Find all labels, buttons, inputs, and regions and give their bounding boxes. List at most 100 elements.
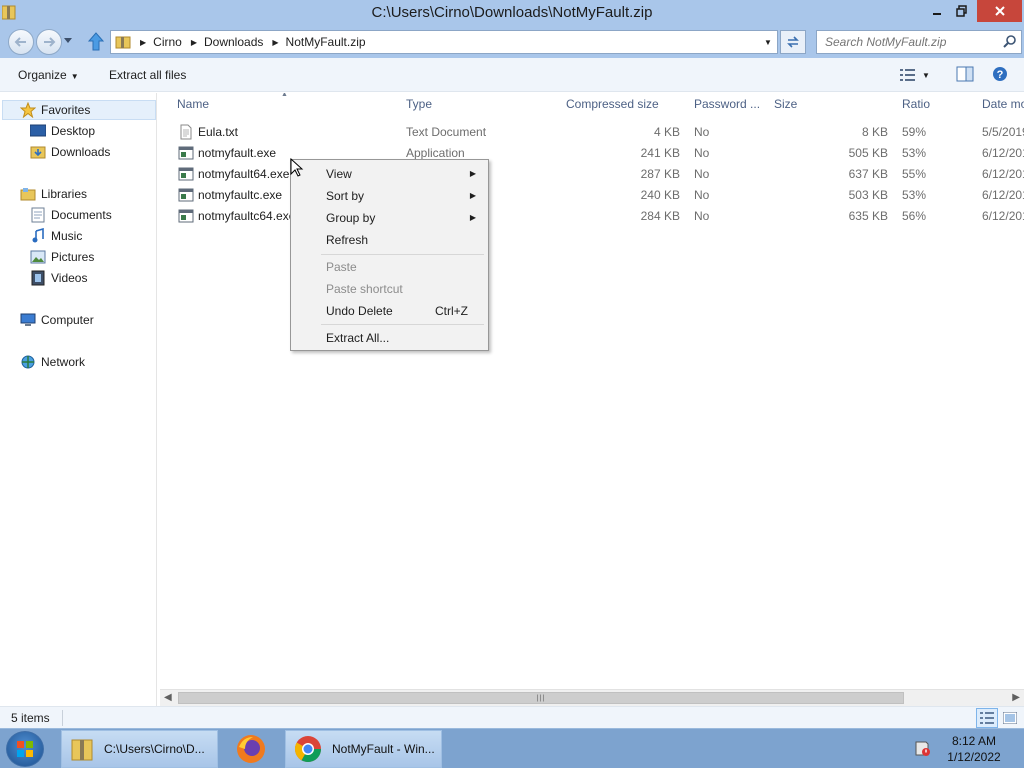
chevron-right-icon[interactable]: ▶	[191, 38, 197, 47]
start-button[interactable]	[6, 731, 44, 767]
menu-item-sort-by-label: Sort by	[326, 189, 365, 203]
clock-date: 1/12/2022	[947, 750, 1001, 764]
chevron-right-icon[interactable]: ▶	[272, 38, 278, 47]
nav-libraries[interactable]: Libraries	[20, 184, 87, 204]
nav-documents[interactable]: Documents	[30, 205, 112, 225]
breadcrumb-notmyfault-zip[interactable]: NotMyFault.zip	[286, 35, 366, 49]
file-size: 503 KB	[848, 188, 888, 202]
restore-button[interactable]	[950, 0, 974, 22]
libraries-icon	[20, 186, 36, 202]
help-icon[interactable]: ?	[992, 66, 1008, 82]
recent-locations-dropdown[interactable]	[64, 38, 72, 44]
menu-item-refresh[interactable]: Refresh	[293, 229, 486, 251]
status-bar: 5 items	[0, 706, 1024, 728]
computer-icon	[20, 312, 36, 328]
menu-item-group-by[interactable]: Group by ▶	[293, 207, 486, 229]
menu-separator	[321, 254, 484, 255]
text-file-icon	[180, 124, 192, 140]
file-date: 5/5/2019	[982, 125, 1024, 139]
music-icon	[30, 228, 46, 244]
nav-desktop[interactable]: Desktop	[30, 121, 95, 141]
nav-computer-label: Computer	[41, 313, 94, 327]
nav-network-label: Network	[41, 355, 86, 369]
menu-item-view-label: View	[326, 167, 352, 181]
taskbar-explorer-button[interactable]: C:\Users\Cirno\D...	[61, 730, 218, 768]
title-bar: C:\Users\Cirno\Downloads\NotMyFault.zip	[0, 0, 1024, 26]
videos-icon	[30, 270, 46, 286]
menu-item-paste-shortcut[interactable]: Paste shortcut	[293, 278, 486, 300]
menu-item-view[interactable]: View ▶	[293, 163, 486, 185]
scroll-left-icon[interactable]: ◀	[164, 692, 172, 703]
large-icons-view-icon	[1003, 712, 1017, 724]
change-view-button[interactable]: ▼	[900, 67, 940, 83]
refresh-button[interactable]	[780, 30, 806, 54]
nav-pictures[interactable]: Pictures	[30, 247, 94, 267]
details-view-button[interactable]	[976, 708, 998, 728]
up-arrow-icon[interactable]	[86, 31, 106, 53]
action-center-icon[interactable]	[913, 739, 931, 757]
menu-item-undo-delete-label: Undo Delete	[326, 304, 393, 318]
organize-button[interactable]: Organize ▼	[18, 68, 79, 82]
large-icons-view-button[interactable]	[999, 708, 1021, 728]
file-row[interactable]: Eula.txt Text Document 4 KB No 8 KB 59% …	[160, 122, 1024, 143]
menu-item-group-by-label: Group by	[326, 211, 376, 225]
nav-network[interactable]: Network	[20, 352, 85, 372]
system-clock[interactable]: 8:12 AM 1/12/2022	[938, 733, 1010, 765]
menu-item-paste[interactable]: Paste	[293, 256, 486, 278]
menu-item-sort-by[interactable]: Sort by ▶	[293, 185, 486, 207]
file-password: No	[694, 188, 710, 202]
close-button[interactable]	[977, 0, 1022, 22]
file-compressed-size: 241 KB	[640, 146, 680, 160]
nav-favorites-label: Favorites	[41, 103, 91, 117]
address-bar[interactable]: ▶ Cirno ▶ Downloads ▶ NotMyFault.zip ▼	[110, 30, 778, 54]
minimize-button[interactable]	[925, 0, 949, 22]
menu-item-undo-delete[interactable]: Undo Delete Ctrl+Z	[293, 300, 486, 322]
nav-computer[interactable]: Computer	[20, 310, 94, 330]
breadcrumb-cirno[interactable]: Cirno	[153, 35, 182, 49]
column-header-password[interactable]: Password ...	[694, 97, 760, 111]
column-header-size[interactable]: Size	[774, 97, 797, 111]
taskbar-firefox-button[interactable]	[223, 730, 279, 768]
menu-item-refresh-label: Refresh	[326, 233, 369, 247]
column-header-ratio[interactable]: Ratio	[902, 97, 930, 111]
file-password: No	[694, 146, 710, 160]
horizontal-scrollbar[interactable]: ◀ ||| ▶	[160, 689, 1024, 706]
extract-all-files-button[interactable]: Extract all files	[109, 68, 186, 82]
command-bar: Organize ▼ Extract all files ▼ ?	[0, 58, 1024, 92]
file-ratio: 56%	[902, 209, 927, 223]
close-icon	[994, 6, 1005, 16]
search-input[interactable]	[825, 34, 1000, 50]
breadcrumb-downloads[interactable]: Downloads	[204, 35, 263, 49]
nav-downloads[interactable]: Downloads	[30, 142, 110, 162]
item-count: 5 items	[11, 711, 50, 725]
search-box[interactable]	[816, 30, 1022, 54]
star-icon	[20, 102, 36, 118]
file-compressed-size: 287 KB	[640, 167, 680, 181]
application-icon	[178, 188, 194, 202]
file-type: Text Document	[406, 125, 487, 139]
scroll-right-icon[interactable]: ▶	[1012, 692, 1020, 703]
address-dropdown-button[interactable]: ▼	[761, 35, 775, 49]
chevron-right-icon[interactable]: ▶	[140, 38, 146, 47]
nav-music[interactable]: Music	[30, 226, 82, 246]
downloads-folder-icon	[30, 144, 46, 160]
forward-button[interactable]	[36, 29, 62, 55]
column-header-name[interactable]: Name	[177, 97, 209, 111]
column-header-type[interactable]: Type	[406, 97, 432, 111]
nav-videos[interactable]: Videos	[30, 268, 87, 288]
scrollbar-thumb[interactable]: |||	[178, 692, 904, 704]
column-header-date-modified[interactable]: Date mo	[982, 97, 1024, 111]
search-icon[interactable]	[1003, 35, 1016, 48]
column-header-compressed-size[interactable]: Compressed size	[566, 97, 659, 111]
status-divider	[62, 710, 63, 726]
file-name: notmyfaultc64.exe	[198, 209, 296, 223]
menu-item-extract-all[interactable]: Extract All...	[293, 327, 486, 349]
nav-music-label: Music	[51, 229, 83, 243]
mouse-cursor-icon	[290, 158, 304, 177]
back-button[interactable]	[8, 29, 34, 55]
forward-arrow-icon	[44, 37, 56, 47]
preview-pane-icon[interactable]	[956, 66, 974, 82]
menu-item-extract-all-label: Extract All...	[326, 331, 390, 345]
nav-favorites[interactable]: Favorites	[2, 100, 156, 120]
taskbar-chrome-button[interactable]: NotMyFault - Win...	[285, 730, 442, 768]
